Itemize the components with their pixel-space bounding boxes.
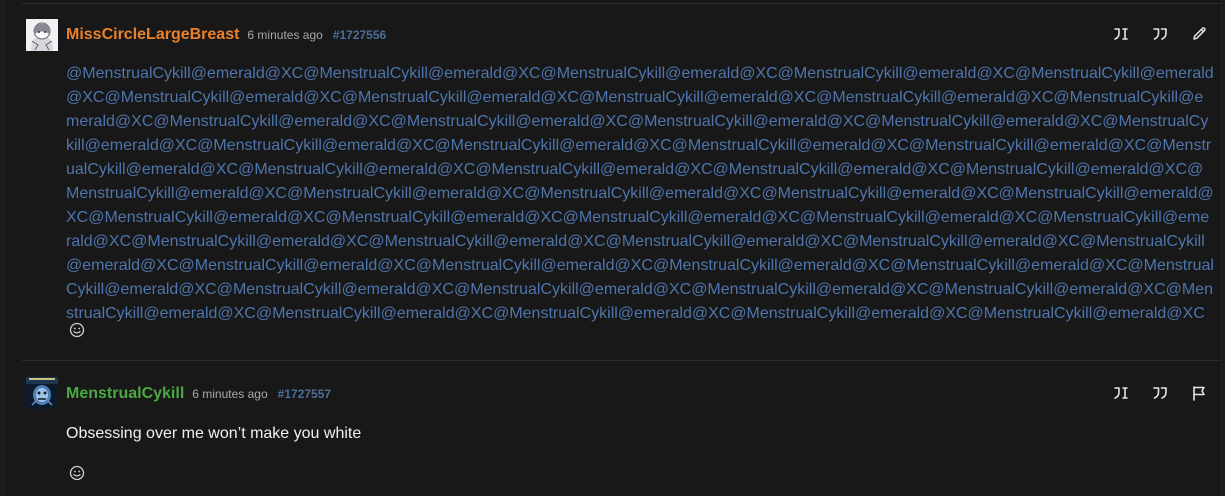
edit-button[interactable] xyxy=(1191,26,1207,42)
comment-actions xyxy=(1113,385,1207,401)
avatar[interactable] xyxy=(26,377,58,409)
report-button[interactable] xyxy=(1191,385,1207,401)
quote-icon xyxy=(1152,26,1168,42)
reply-icon xyxy=(1113,26,1129,42)
timestamp: 6 minutes ago xyxy=(247,28,323,42)
quote-button[interactable] xyxy=(1152,385,1168,401)
reply-button[interactable] xyxy=(1113,385,1129,401)
flag-icon xyxy=(1191,385,1207,401)
smiley-icon xyxy=(69,465,85,481)
post-id-link[interactable]: #1727557 xyxy=(278,387,331,401)
username[interactable]: MenstrualCykill xyxy=(66,385,184,403)
comment-thread: MissCircleLargeBreast 6 minutes ago #172… xyxy=(4,0,1222,496)
reply-button[interactable] xyxy=(1113,26,1129,42)
add-reaction-button[interactable] xyxy=(69,322,85,338)
comment-body[interactable]: @MenstrualCykill@emerald@XC@MenstrualCyk… xyxy=(66,62,1214,326)
avatar[interactable] xyxy=(26,19,58,51)
username[interactable]: MissCircleLargeBreast xyxy=(66,26,239,44)
quote-button[interactable] xyxy=(1152,26,1168,42)
reply-icon xyxy=(1113,385,1129,401)
add-reaction-button[interactable] xyxy=(69,465,85,481)
comment-post: MissCircleLargeBreast 6 minutes ago #172… xyxy=(5,4,1221,360)
comment-body[interactable]: Obsessing over me won’t make you white xyxy=(66,422,1214,446)
page: MissCircleLargeBreast 6 minutes ago #172… xyxy=(0,0,1225,496)
comment-header: MissCircleLargeBreast 6 minutes ago #172… xyxy=(66,23,386,47)
comment-header: MenstrualCykill 6 minutes ago #1727557 xyxy=(66,382,331,406)
smiley-icon xyxy=(69,322,85,338)
post-id-link[interactable]: #1727556 xyxy=(333,28,386,42)
quote-icon xyxy=(1152,385,1168,401)
edit-icon xyxy=(1191,26,1207,42)
comment-post: MenstrualCykill 6 minutes ago #1727557 O… xyxy=(5,361,1221,496)
timestamp: 6 minutes ago xyxy=(192,387,268,401)
comment-actions xyxy=(1113,26,1207,42)
